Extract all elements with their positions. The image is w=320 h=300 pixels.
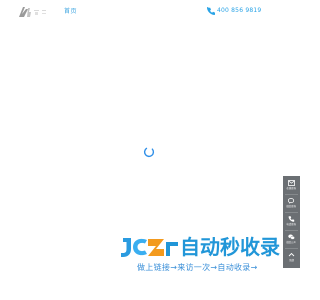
brand-title: 自动秒收录 bbox=[180, 235, 280, 259]
mail-icon bbox=[288, 180, 295, 186]
phone-contact[interactable]: 400 856 9819 bbox=[207, 6, 261, 15]
toolbar-item-label: 在线咨询 bbox=[286, 187, 297, 190]
toolbar-wechat-consult[interactable]: 微信咨询 bbox=[283, 195, 300, 212]
phone-icon bbox=[207, 6, 215, 15]
brand-slogan: 做上链接→来访一次→自动收录→ bbox=[137, 263, 258, 272]
side-toolbar: 在线咨询 微信咨询 电话咨询 微信公众 顶部 bbox=[283, 176, 300, 268]
brand-logo-icon[interactable] bbox=[17, 5, 51, 19]
toolbar-item-label: 微信咨询 bbox=[286, 205, 297, 208]
nav-home-link[interactable]: 首页 bbox=[64, 6, 77, 15]
phone-number: 400 856 9819 bbox=[217, 7, 262, 14]
brand-mark-icon bbox=[121, 238, 178, 257]
chat-icon bbox=[288, 198, 295, 204]
toolbar-item-label: 电话咨询 bbox=[286, 223, 297, 226]
toolbar-phone-consult[interactable]: 电话咨询 bbox=[283, 213, 300, 230]
loading-spinner-icon bbox=[143, 143, 155, 158]
wechat-icon bbox=[288, 234, 295, 240]
toolbar-item-label: 顶部 bbox=[289, 259, 294, 262]
brand-banner: 自动秒收录 bbox=[120, 235, 281, 259]
toolbar-back-to-top[interactable]: 顶部 bbox=[283, 249, 300, 266]
phone-icon bbox=[288, 216, 295, 222]
header: 首页 400 856 9819 bbox=[0, 0, 300, 22]
toolbar-wechat-official[interactable]: 微信公众 bbox=[283, 231, 300, 248]
toolbar-online-consult[interactable]: 在线咨询 bbox=[283, 177, 300, 194]
arrow-up-icon bbox=[288, 252, 295, 257]
toolbar-item-label: 微信公众 bbox=[286, 241, 297, 244]
